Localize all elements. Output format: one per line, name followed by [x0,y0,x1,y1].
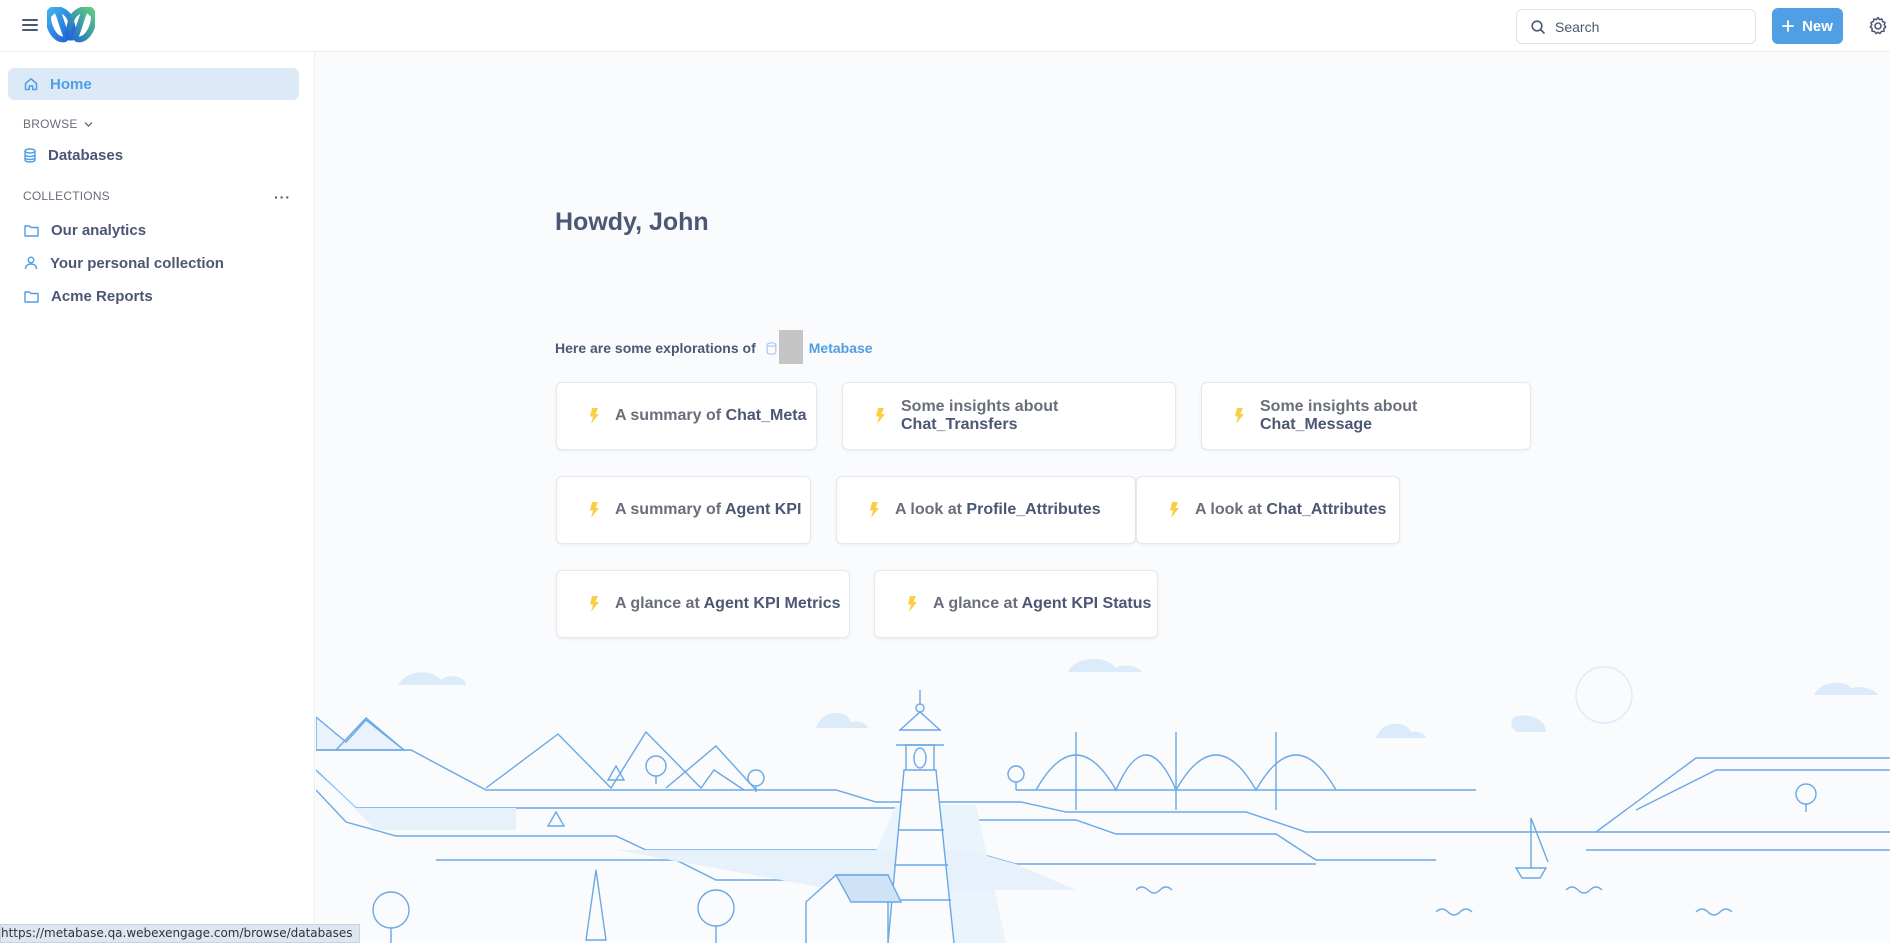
plus-icon [1782,20,1794,32]
sidebar-item-home[interactable]: Home [8,68,299,100]
greeting-heading: Howdy, John [555,208,709,236]
card-prefix: A glance at [933,595,1018,612]
exploration-card[interactable]: Some insights about Chat_Message [1201,382,1531,450]
collections-more-icon[interactable]: ··· [274,189,291,205]
sidebar-item-label: Home [50,75,92,93]
bolt-icon [590,502,599,518]
card-prefix: A summary of [615,407,722,424]
bolt-icon [876,408,885,424]
card-prefix: A summary of [615,501,722,518]
exploration-card[interactable]: A summary of Chat_Meta [556,382,817,450]
card-table: Chat_Transfers [901,416,1018,433]
exploration-card[interactable]: A summary of Agent KPI [556,476,811,544]
new-button-label: New [1802,17,1833,35]
card-prefix: A look at [1195,501,1262,518]
sidebar-item-acme-reports[interactable]: Acme Reports [24,282,153,310]
sidebar-item-our-analytics[interactable]: Our analytics [24,216,146,244]
bolt-icon [908,596,917,612]
card-prefix: Some insights about [901,398,1059,415]
sidebar: Home BROWSE Databases COLLECTIONS ··· Ou… [0,52,315,943]
explorations-prefix: Here are some explorations of [555,340,756,356]
landscape-illustration [316,659,1890,943]
exploration-card[interactable]: A look at Profile_Attributes [836,476,1136,544]
card-table: Agent KPI [724,501,802,518]
explorations-intro: Here are some explorations of Metabase [555,330,873,365]
chevron-down-icon [84,121,92,127]
sidebar-item-label: Acme Reports [51,287,153,305]
bolt-icon [1235,408,1244,424]
card-table: Agent KPI Status [1021,595,1152,612]
exploration-card[interactable]: Some insights about Chat_Transfers [842,382,1176,450]
card-table: Chat_Meta [725,407,807,424]
browse-label: BROWSE [23,117,78,131]
redacted-block [778,330,803,364]
bolt-icon [1170,502,1179,518]
sidebar-item-label: Databases [48,146,124,164]
card-table: Profile_Attributes [966,501,1101,518]
card-table: Chat_Attributes [1266,501,1387,518]
bolt-icon [590,596,599,612]
gear-icon[interactable] [1868,16,1888,36]
bolt-icon [590,408,599,424]
database-icon [24,147,36,163]
top-navbar: Search New [0,0,1890,52]
card-prefix: Some insights about [1260,398,1418,415]
browse-section-header[interactable]: BROWSE [23,117,93,131]
sidebar-item-label: Your personal collection [50,254,224,272]
collections-label: COLLECTIONS [23,189,110,203]
exploration-card[interactable]: A glance at Agent KPI Status [874,570,1158,638]
search-bar[interactable]: Search [1516,9,1756,44]
sidebar-item-label: Our analytics [51,221,147,239]
exploration-card[interactable]: A glance at Agent KPI Metrics [556,570,850,638]
card-prefix: A glance at [615,595,700,612]
search-placeholder: Search [1555,18,1600,35]
database-icon [766,341,777,355]
sidebar-item-personal-collection[interactable]: Your personal collection [24,249,224,277]
person-icon [24,256,38,270]
collections-section-header: COLLECTIONS [23,189,110,203]
folder-icon [24,224,39,237]
card-prefix: A look at [895,501,962,518]
exploration-card[interactable]: A look at Chat_Attributes [1136,476,1400,544]
database-link[interactable]: Metabase [809,340,873,356]
search-icon [1531,19,1545,34]
home-icon [24,78,38,91]
status-url-bar: https://metabase.qa.webexengage.com/brow… [0,924,360,943]
app-logo[interactable] [47,7,95,43]
hamburger-menu-icon[interactable] [22,16,38,34]
bolt-icon [870,502,879,518]
folder-icon [24,290,39,303]
new-button[interactable]: New [1772,8,1843,44]
sidebar-item-databases[interactable]: Databases [24,141,123,169]
card-table: Chat_Message [1260,416,1373,433]
card-table: Agent KPI Metrics [703,595,841,612]
